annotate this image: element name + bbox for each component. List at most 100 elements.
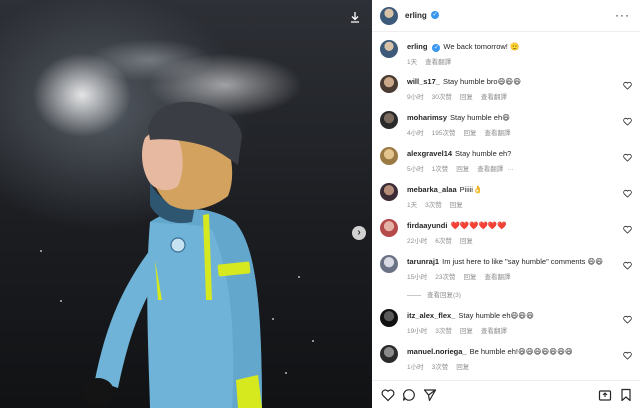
avatar[interactable] <box>380 75 398 93</box>
avatar[interactable] <box>380 40 398 58</box>
view-replies-link[interactable]: 查看回复(3) <box>407 289 461 299</box>
avatar[interactable] <box>380 345 398 363</box>
timestamp: 5小时 <box>407 166 424 173</box>
caption-author[interactable]: erling <box>407 42 427 51</box>
comment-row: manuel.noriega_ Be humble eh!😄😄😄😄😄😄😄 1小时 3… <box>372 343 640 377</box>
comment-icon[interactable] <box>402 388 416 402</box>
chevron-right-icon[interactable]: › <box>352 226 366 240</box>
like-count[interactable]: 3次赞 <box>425 202 442 209</box>
heart-icon[interactable] <box>623 315 632 324</box>
like-count[interactable]: 1次赞 <box>432 166 449 173</box>
reply-button[interactable]: 回复 <box>463 130 476 137</box>
comment-text: Stay humble eh? <box>455 149 512 158</box>
snow-particle <box>40 250 42 252</box>
comment-username[interactable]: mebarka_alaa <box>407 185 457 194</box>
reply-button[interactable]: 回复 <box>463 274 476 281</box>
comment-text: Stay humble eh😄😄😄 <box>458 311 534 320</box>
translate-link[interactable]: 查看翻譯 <box>484 130 510 137</box>
like-count[interactable]: 30次赞 <box>432 94 452 101</box>
author-username[interactable]: erling <box>405 11 427 20</box>
reply-button[interactable]: 回复 <box>460 328 473 335</box>
bookmark-icon[interactable] <box>619 388 633 402</box>
player-illustration <box>82 101 262 408</box>
share-icon[interactable] <box>423 388 437 402</box>
avatar[interactable] <box>380 7 398 25</box>
like-count[interactable]: 6次赞 <box>435 238 452 245</box>
post-photo[interactable]: › <box>0 0 372 408</box>
timestamp: 1小时 <box>407 364 424 371</box>
avatar[interactable] <box>380 111 398 129</box>
action-bar <box>372 380 640 408</box>
heart-icon[interactable] <box>623 189 632 198</box>
divider <box>407 294 421 296</box>
verified-badge-icon: ✓ <box>432 44 441 52</box>
heart-icon[interactable] <box>623 117 632 126</box>
comment-text: Im just here to like "say humble" commen… <box>442 257 604 266</box>
like-count[interactable]: 23次赞 <box>435 274 455 281</box>
reply-button[interactable]: 回复 <box>460 238 473 245</box>
caption-text: erling ✓ We back tomorrow! 🫡 <box>407 42 519 52</box>
comment-text: Be humble eh!😄😄😄😄😄😄😄 <box>469 347 573 356</box>
more-icon[interactable]: ··· <box>615 8 630 22</box>
comment-row: firdaayundi ❤️❤️❤️❤️❤️❤️ 22小时 6次赞 回复 <box>372 217 640 251</box>
comment-text: Stay humble eh😄 <box>450 113 510 122</box>
timestamp: 1天 <box>407 202 418 209</box>
timestamp: 1天 <box>407 59 418 66</box>
avatar[interactable] <box>380 183 398 201</box>
more-icon[interactable]: ··· <box>507 166 514 173</box>
snow-particle <box>60 300 62 302</box>
comment-username[interactable]: firdaayundi <box>407 221 447 230</box>
avatar[interactable] <box>380 255 398 273</box>
download-icon[interactable] <box>348 10 362 24</box>
caption-meta: 1天 查看翻譯 <box>407 56 459 66</box>
translate-link[interactable]: 查看翻譯 <box>477 166 503 173</box>
comment-row: tarunraj1 Im just here to like "say humbl… <box>372 253 640 287</box>
translate-link[interactable]: 查看翻譯 <box>425 59 451 66</box>
comment-row: mebarka_alaa Piiiii👌 1天 3次赞 回复 <box>372 181 640 215</box>
heart-icon[interactable] <box>381 388 395 402</box>
comment-row: alexgravel14 Stay humble eh? 5小时 1次赞 回复 查看翻譯… <box>372 145 640 179</box>
reply-button[interactable]: 回复 <box>450 202 463 209</box>
heart-icon[interactable] <box>623 261 632 270</box>
reply-button[interactable]: 回复 <box>460 94 473 101</box>
repost-icon[interactable] <box>598 388 612 402</box>
timestamp: 22小时 <box>407 238 428 245</box>
snow-particle <box>272 318 274 320</box>
translate-link[interactable]: 查看翻譯 <box>484 274 510 281</box>
like-count[interactable]: 3次赞 <box>432 364 449 371</box>
comment-row: moharimsy Stay humble eh😄 4小时 195次赞 回复 查看翻譯 <box>372 109 640 143</box>
like-count[interactable]: 195次赞 <box>432 130 456 137</box>
heart-icon[interactable] <box>623 351 632 360</box>
comment-text: ❤️❤️❤️❤️❤️❤️ <box>450 221 507 230</box>
comment-row: itz_alex_flex_ Stay humble eh😄😄😄 19小时 3次赞 回… <box>372 307 640 341</box>
avatar[interactable] <box>380 219 398 237</box>
translate-link[interactable]: 查看翻譯 <box>481 94 507 101</box>
comment-username[interactable]: will_s17_ <box>407 77 440 86</box>
avatar[interactable] <box>380 147 398 165</box>
comment-username[interactable]: moharimsy <box>407 113 447 122</box>
comment-username[interactable]: tarunraj1 <box>407 257 439 266</box>
post-header: erling ✓ ··· <box>372 0 640 32</box>
comment-row: will_s17_ Stay humble bro😄😄😄 9小时 30次赞 回复 查看翻… <box>372 73 640 107</box>
comment-username[interactable]: alexgravel14 <box>407 149 452 158</box>
snow-particle <box>285 372 287 374</box>
heart-icon[interactable] <box>623 225 632 234</box>
verified-badge-icon: ✓ <box>431 11 439 19</box>
heart-icon[interactable] <box>623 81 632 90</box>
like-count[interactable]: 3次赞 <box>435 328 452 335</box>
timestamp: 19小时 <box>407 328 428 335</box>
reply-button[interactable]: 回复 <box>456 364 469 371</box>
comments-panel: erling ✓ ··· erling ✓ We back tomorrow! 🫡 … <box>372 0 640 408</box>
view-replies-label: 查看回复(3) <box>427 292 461 299</box>
caption-row: erling ✓ We back tomorrow! 🫡 1天 查看翻譯 <box>372 38 640 72</box>
avatar[interactable] <box>380 309 398 327</box>
timestamp: 9小时 <box>407 94 424 101</box>
timestamp: 4小时 <box>407 130 424 137</box>
heart-icon[interactable] <box>623 153 632 162</box>
translate-link[interactable]: 查看翻譯 <box>481 328 507 335</box>
snow-particle <box>298 276 300 278</box>
comment-username[interactable]: itz_alex_flex_ <box>407 311 455 320</box>
comment-username[interactable]: manuel.noriega_ <box>407 347 467 356</box>
timestamp: 15小时 <box>407 274 428 281</box>
reply-button[interactable]: 回复 <box>456 166 469 173</box>
